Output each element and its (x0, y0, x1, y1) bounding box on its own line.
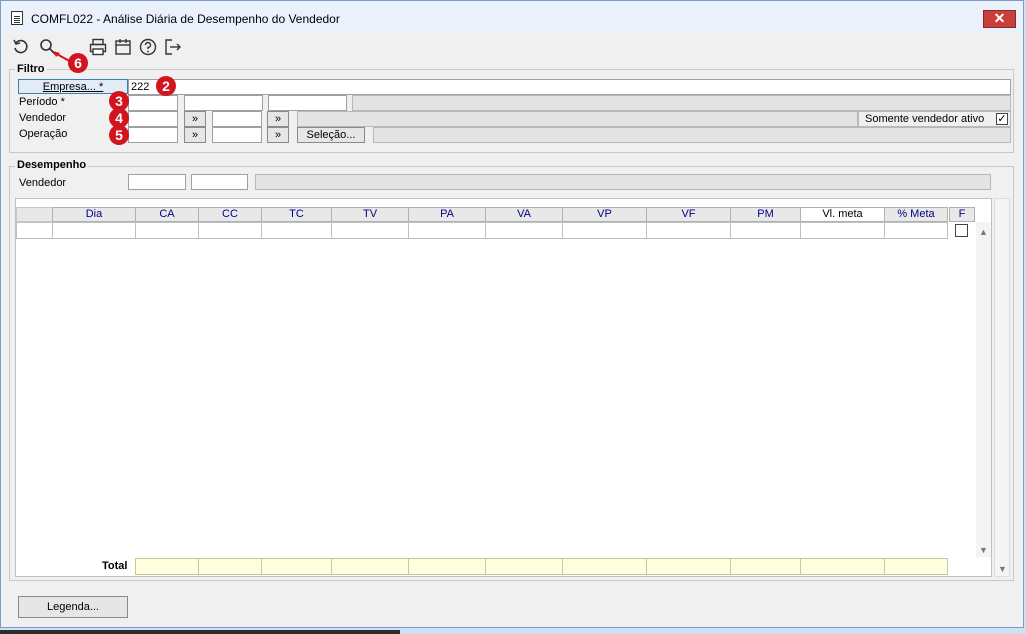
periodo-start-field[interactable] (128, 95, 178, 111)
total-cell-vp (562, 558, 647, 575)
operacao-start-field[interactable] (128, 127, 178, 143)
desempenho-vendedor-field[interactable] (128, 174, 186, 190)
somente-vendedor-ativo-box: Somente vendedor ativo ✓ (858, 111, 1011, 127)
filtro-label: Filtro (15, 63, 47, 75)
total-cell-tc (261, 558, 332, 575)
selecao-button[interactable]: Seleção... (297, 127, 365, 143)
periodo-label: Período * (19, 96, 65, 108)
close-button[interactable]: ✕ (983, 10, 1016, 28)
column-header-pct-meta[interactable]: % Meta (884, 207, 948, 222)
vendedor-start-lookup-button[interactable]: » (184, 111, 206, 127)
total-cell-va (485, 558, 563, 575)
grid-scroll-up-icon[interactable]: ▲ (979, 227, 988, 237)
grid-cell-pm[interactable] (730, 222, 801, 239)
column-header-ca[interactable]: CA (135, 207, 199, 222)
annotation-badge-5: 5 (109, 125, 129, 145)
column-header-vl-meta[interactable]: Vl. meta (800, 207, 885, 222)
column-header-pa[interactable]: PA (408, 207, 486, 222)
column-header-vp[interactable]: VP (562, 207, 647, 222)
panel-vertical-scrollbar[interactable] (994, 198, 1010, 577)
grid-row-selector[interactable] (16, 222, 53, 239)
vendedor-end-lookup-button[interactable]: » (267, 111, 289, 127)
grid-scroll-down-icon[interactable]: ▼ (979, 545, 988, 555)
column-header-tc[interactable]: TC (261, 207, 332, 222)
grid-cell-dia[interactable] (52, 222, 136, 239)
annotation-badge-2: 2 (156, 76, 176, 96)
grid-cell-vl-meta[interactable] (800, 222, 885, 239)
help-icon[interactable] (138, 38, 158, 58)
total-cell-pct-meta (884, 558, 948, 575)
grid-cell-tv[interactable] (331, 222, 409, 239)
grid-vertical-scrollbar[interactable] (976, 222, 991, 557)
vendedor-label: Vendedor (19, 112, 67, 124)
grid-cell-pa[interactable] (408, 222, 486, 239)
periodo-description (352, 95, 1011, 111)
column-header-f[interactable]: F (949, 207, 975, 222)
desempenho-vendedor-label: Vendedor (19, 177, 67, 189)
title-bar: COMFL022 - Análise Diária de Desempenho … (1, 1, 1023, 33)
print-icon[interactable] (88, 38, 108, 58)
column-header-dia[interactable]: Dia (52, 207, 136, 222)
vendedor-description (297, 111, 858, 127)
column-header-pm[interactable]: PM (730, 207, 801, 222)
column-header-cc[interactable]: CC (198, 207, 262, 222)
somente-vendedor-ativo-checkbox[interactable]: ✓ (996, 113, 1008, 125)
desempenho-vendedor-description (255, 174, 991, 190)
total-cell-cc (198, 558, 262, 575)
operacao-label: Operação (19, 128, 68, 140)
total-cell-vf (646, 558, 731, 575)
grid-cell-pct-meta[interactable] (884, 222, 948, 239)
operacao-end-lookup-button[interactable]: » (267, 127, 289, 143)
grid-cell-va[interactable] (485, 222, 563, 239)
operacao-end-field[interactable] (212, 127, 262, 143)
total-cell-pm (730, 558, 801, 575)
periodo-extra-field[interactable] (268, 95, 347, 111)
document-icon (11, 11, 23, 25)
legenda-button[interactable]: Legenda... (18, 596, 128, 618)
vendedor-start-field[interactable] (128, 111, 178, 127)
column-header-va[interactable]: VA (485, 207, 563, 222)
total-cell-ca (135, 558, 199, 575)
taskbar-strip (0, 630, 400, 634)
window-title: COMFL022 - Análise Diária de Desempenho … (31, 12, 340, 26)
column-header-vf[interactable]: VF (646, 207, 731, 222)
toolbar (1, 35, 1023, 61)
panel-scroll-down-icon[interactable]: ▼ (998, 564, 1007, 574)
grid-cell-vf[interactable] (646, 222, 731, 239)
empresa-field[interactable]: 222 (128, 79, 1011, 95)
column-header-tv[interactable]: TV (331, 207, 409, 222)
exit-icon[interactable] (163, 38, 183, 58)
main-window: COMFL022 - Análise Diária de Desempenho … (0, 0, 1024, 628)
total-cell-vl-meta (800, 558, 885, 575)
grid-cell-cc[interactable] (198, 222, 262, 239)
empresa-button[interactable]: Empresa... * (18, 79, 128, 94)
grid-row-header (16, 207, 53, 222)
annotation-badge-6: 6 (68, 53, 88, 73)
refresh-icon[interactable] (11, 38, 31, 58)
grid-cell-f-checkbox[interactable] (955, 224, 968, 237)
operacao-description (373, 127, 1011, 143)
calendar-icon[interactable] (113, 38, 133, 58)
total-cell-tv (331, 558, 409, 575)
grid-cell-vp[interactable] (562, 222, 647, 239)
operacao-start-lookup-button[interactable]: » (184, 127, 206, 143)
grid-cell-ca[interactable] (135, 222, 199, 239)
total-cell-pa (408, 558, 486, 575)
desempenho-label: Desempenho (15, 159, 89, 171)
somente-vendedor-ativo-label: Somente vendedor ativo (865, 113, 985, 125)
desempenho-vendedor-code-field[interactable] (191, 174, 248, 190)
grid-cell-tc[interactable] (261, 222, 332, 239)
desempenho-grid[interactable] (15, 198, 992, 577)
vendedor-end-field[interactable] (212, 111, 262, 127)
total-label: Total (102, 560, 128, 572)
periodo-end-field[interactable] (184, 95, 263, 111)
